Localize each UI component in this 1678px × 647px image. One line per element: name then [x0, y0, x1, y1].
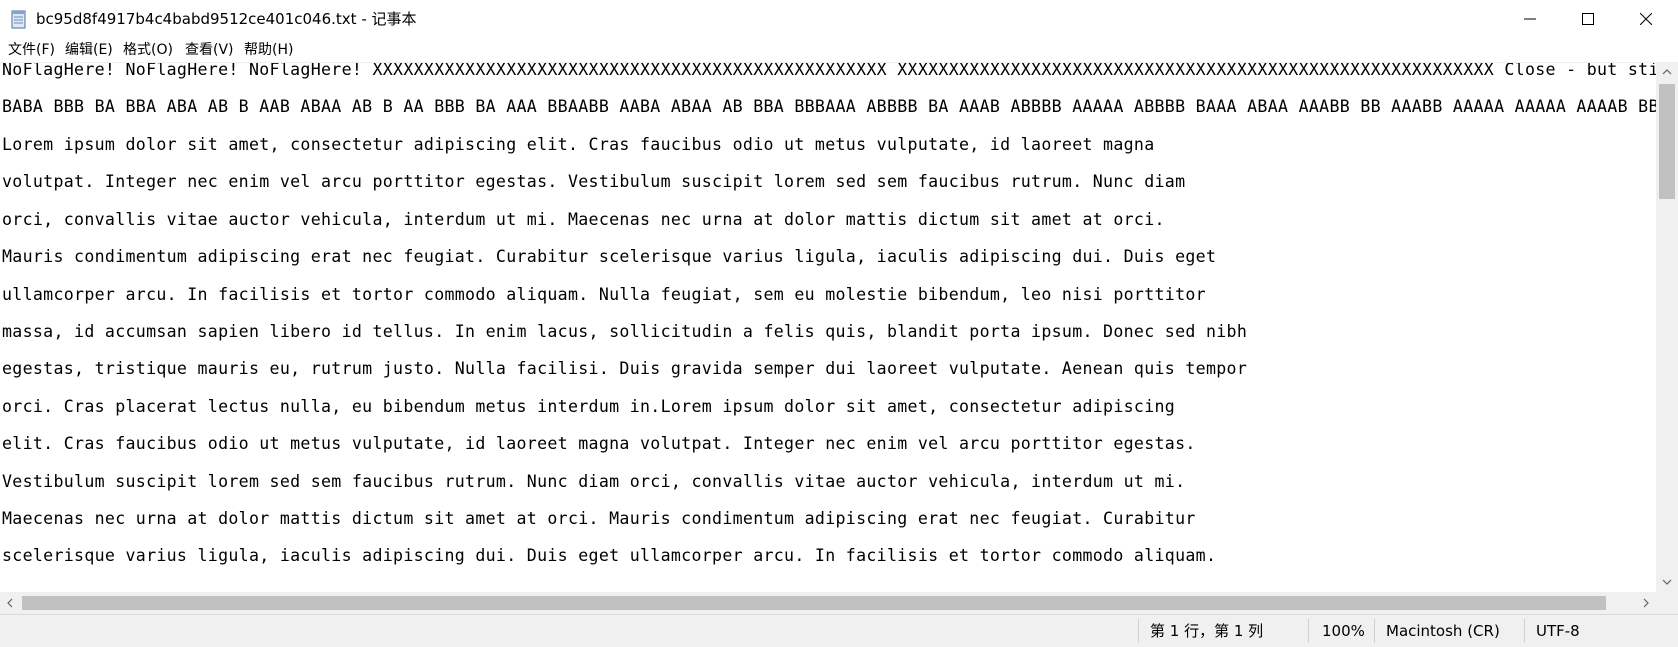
- status-bar: 第 1 行，第 1 列 100% Macintosh (CR) UTF-8: [0, 614, 1678, 647]
- horizontal-scrollbar[interactable]: [0, 592, 1656, 614]
- maximize-button[interactable]: [1560, 0, 1616, 38]
- text-line: Lorem ipsum dolor sit amet, consectetur …: [2, 135, 1155, 154]
- vertical-scroll-thumb[interactable]: [1659, 84, 1675, 199]
- chevron-down-icon: [1662, 579, 1672, 585]
- horizontal-scroll-thumb[interactable]: [22, 596, 1606, 610]
- text-line: volutpat. Integer nec enim vel arcu port…: [2, 172, 1186, 191]
- maximize-icon: [1582, 13, 1594, 25]
- text-line: scelerisque varius ligula, iaculis adipi…: [2, 546, 1217, 565]
- close-icon: [1640, 13, 1652, 25]
- close-button[interactable]: [1618, 0, 1674, 38]
- scrollbar-corner: [1656, 592, 1678, 614]
- status-divider: [1524, 619, 1525, 643]
- menu-bar: 文件(F) 编辑(E) 格式(O) 查看(V) 帮助(H): [0, 38, 1678, 62]
- scroll-right-button[interactable]: [1636, 592, 1656, 614]
- text-line: Vestibulum suscipit lorem sed sem faucib…: [2, 472, 1186, 491]
- status-divider: [1308, 619, 1309, 643]
- text-line: massa, id accumsan sapien libero id tell…: [2, 322, 1248, 341]
- notepad-icon: [10, 9, 28, 29]
- zoom-level: 100%: [1322, 622, 1365, 640]
- title-bar[interactable]: bc95d8f4917b4c4babd9512ce401c046.txt - 记…: [0, 0, 1678, 38]
- chevron-up-icon: [1662, 69, 1672, 75]
- scroll-up-button[interactable]: [1656, 62, 1678, 82]
- scroll-down-button[interactable]: [1656, 572, 1678, 592]
- chevron-right-icon: [1643, 598, 1649, 608]
- scroll-left-button[interactable]: [0, 592, 20, 614]
- menu-help[interactable]: 帮助(H): [244, 38, 293, 62]
- notepad-window: bc95d8f4917b4c4babd9512ce401c046.txt - 记…: [0, 0, 1678, 647]
- text-line: Maecenas nec urna at dolor mattis dictum…: [2, 509, 1196, 528]
- window-title: bc95d8f4917b4c4babd9512ce401c046.txt - 记…: [36, 10, 417, 28]
- text-line: NoFlagHere! NoFlagHere! NoFlagHere! XXXX…: [2, 62, 1656, 79]
- menu-file[interactable]: 文件(F): [8, 38, 55, 62]
- line-ending: Macintosh (CR): [1386, 622, 1500, 640]
- encoding: UTF-8: [1536, 622, 1580, 640]
- text-line: orci. Cras placerat lectus nulla, eu bib…: [2, 397, 1176, 416]
- text-line: BABA BBB BA BBA ABA AB B AAB ABAA AB B A…: [2, 97, 1656, 116]
- text-editor-area[interactable]: NoFlagHere! NoFlagHere! NoFlagHere! XXXX…: [0, 62, 1656, 593]
- text-line: egestas, tristique mauris eu, rutrum jus…: [2, 359, 1248, 378]
- minimize-icon: [1524, 18, 1536, 20]
- text-line: ullamcorper arcu. In facilisis et tortor…: [2, 285, 1206, 304]
- text-line: elit. Cras faucibus odio ut metus vulput…: [2, 434, 1196, 453]
- menu-view[interactable]: 查看(V): [185, 38, 234, 62]
- chevron-left-icon: [7, 598, 13, 608]
- status-divider: [1138, 619, 1139, 643]
- status-divider: [1374, 619, 1375, 643]
- text-line: orci, convallis vitae auctor vehicula, i…: [2, 210, 1165, 229]
- vertical-scrollbar[interactable]: [1656, 62, 1678, 592]
- menu-edit[interactable]: 编辑(E): [65, 38, 113, 62]
- text-line: Mauris condimentum adipiscing erat nec f…: [2, 247, 1217, 266]
- menu-format[interactable]: 格式(O): [123, 38, 173, 62]
- minimize-button[interactable]: [1502, 0, 1558, 38]
- cursor-position: 第 1 行，第 1 列: [1150, 622, 1264, 640]
